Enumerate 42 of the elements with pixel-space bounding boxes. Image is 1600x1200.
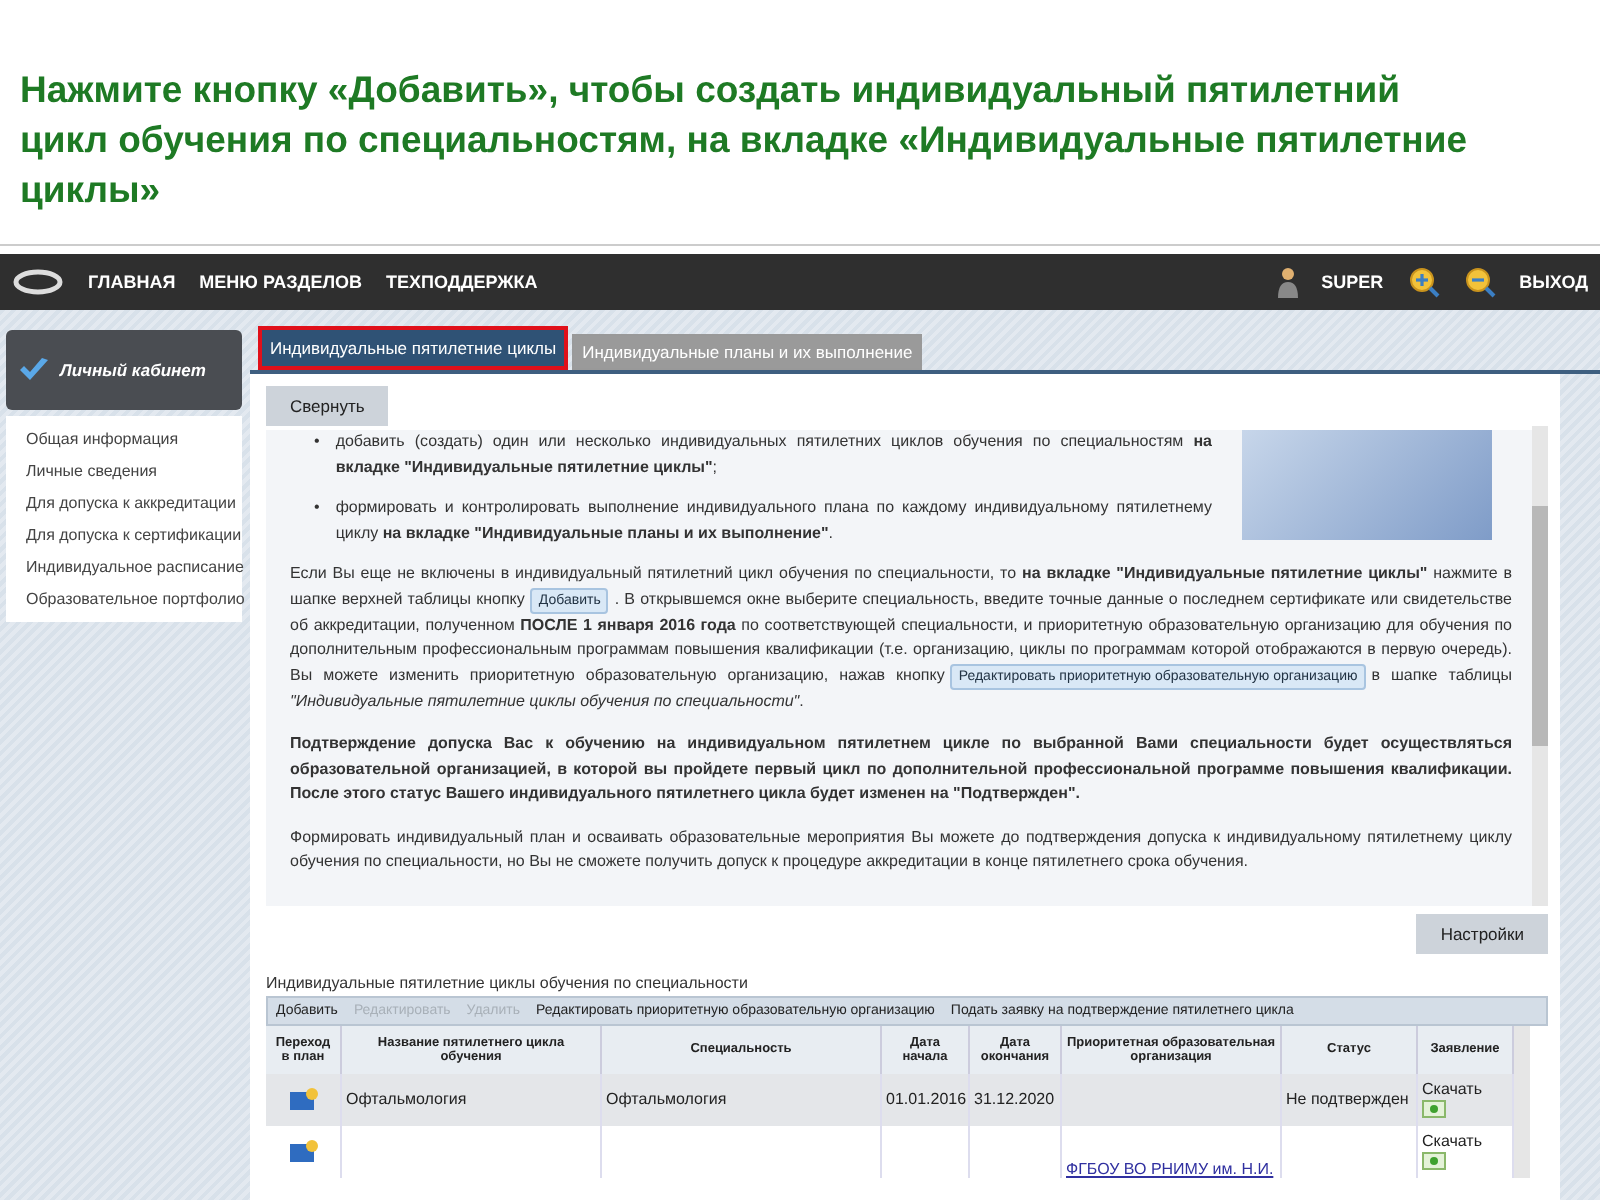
sidebar-item[interactable]: Личные сведения — [26, 458, 242, 484]
bullet-text: формировать и контролировать выполнение индивидуального плана по каждому индивидуальному пятилетнему циклу на вкладке "Индивидуальные планы и их выполнение". — [335, 496, 1212, 546]
nav-link[interactable]: ТЕХПОДДЕРЖКА — [386, 272, 538, 292]
user-icon — [1277, 266, 1298, 298]
download-label: Скачать — [1422, 1132, 1482, 1150]
sidebar-item[interactable]: Индивидуальное расписание — [26, 554, 242, 580]
settings-button[interactable]: Настройки — [1416, 913, 1548, 953]
table-cell: 01.01.2016 — [882, 1073, 970, 1125]
zoom-in-icon[interactable] — [1407, 266, 1440, 298]
folder-icon[interactable] — [289, 1087, 317, 1111]
table-cell: Офтальмология — [602, 1073, 882, 1125]
collapse-button[interactable]: Свернуть — [266, 386, 389, 426]
sidebar-item[interactable]: Образовательное портфолио — [26, 586, 242, 612]
logo-icon — [12, 268, 64, 296]
download-icon[interactable] — [1422, 1100, 1446, 1118]
paragraph-text: Подтверждение допуска Вас к обучению на индивидуальном пятилетнем цикле по выбранной Вами специальности будет осуществляться образовательной организацией, в которой вы пройдете первый цикл по дополнительной профессиональной программе повышения квалификации. После этого статус Вашего индивидуального пятилетнего цикла будет изменен на "Подтвержден". — [290, 732, 1512, 806]
organization-link[interactable]: ФГБОУ ВО РНИМУ им. Н.И. — [1066, 1159, 1274, 1177]
sidebar-title: Личный кабинет — [60, 360, 206, 380]
table-cell: Не подтвержден — [1282, 1073, 1418, 1125]
zoom-out-icon[interactable] — [1463, 266, 1496, 298]
scrollbar[interactable] — [1532, 426, 1548, 905]
folder-icon[interactable] — [289, 1139, 317, 1163]
bullet-marker: • — [314, 430, 320, 454]
logout-link[interactable]: ВЫХОД — [1519, 272, 1588, 292]
nav-link[interactable]: ГЛАВНАЯ — [88, 272, 176, 292]
bullet-text: добавить (создать) один или несколько индивидуальных пятилетних циклов обучения по специальностям на вкладке "Индивидуальные пятилетние циклы"; — [335, 430, 1212, 480]
scrollbar[interactable] — [1514, 1025, 1530, 1177]
nav-link[interactable]: МЕНЮ РАЗДЕЛОВ — [199, 272, 363, 292]
bullet-marker: • — [314, 496, 320, 520]
sidebar-item[interactable]: Общая информация — [26, 426, 242, 452]
tab[interactable]: Индивидуальные пятилетние циклы — [258, 326, 569, 370]
table-cell: 31.12.2020 — [970, 1073, 1062, 1125]
download-label: Скачать — [1422, 1080, 1482, 1098]
paragraph-text: Формировать индивидуальный план и осваивать образовательные мероприятия Вы можете до подтверждения допуска к индивидуальному пятилетнему циклу обучения по специальности, но Вы не сможете получить допуск к процедуре аккредитации в конце пятилетнего срока обучения. — [290, 825, 1512, 874]
table-cell: Офтальмология — [342, 1073, 602, 1125]
table-title: Индивидуальные пятилетние циклы обучения по специальности — [266, 973, 750, 991]
sidebar-item[interactable]: Для допуска к сертификации — [26, 522, 242, 548]
checkmark-icon — [18, 356, 50, 384]
download-icon[interactable] — [1422, 1152, 1446, 1170]
user-name[interactable]: SUPER — [1321, 272, 1384, 292]
sidebar-item[interactable]: Для допуска к аккредитации — [26, 490, 242, 516]
slide-heading: Нажмите кнопку «Добавить», чтобы создать индивидуальный пятилетний цикл обучения по специальностям, на вкладке «Индивидуальные пятилетние циклы» — [18, 66, 1470, 214]
